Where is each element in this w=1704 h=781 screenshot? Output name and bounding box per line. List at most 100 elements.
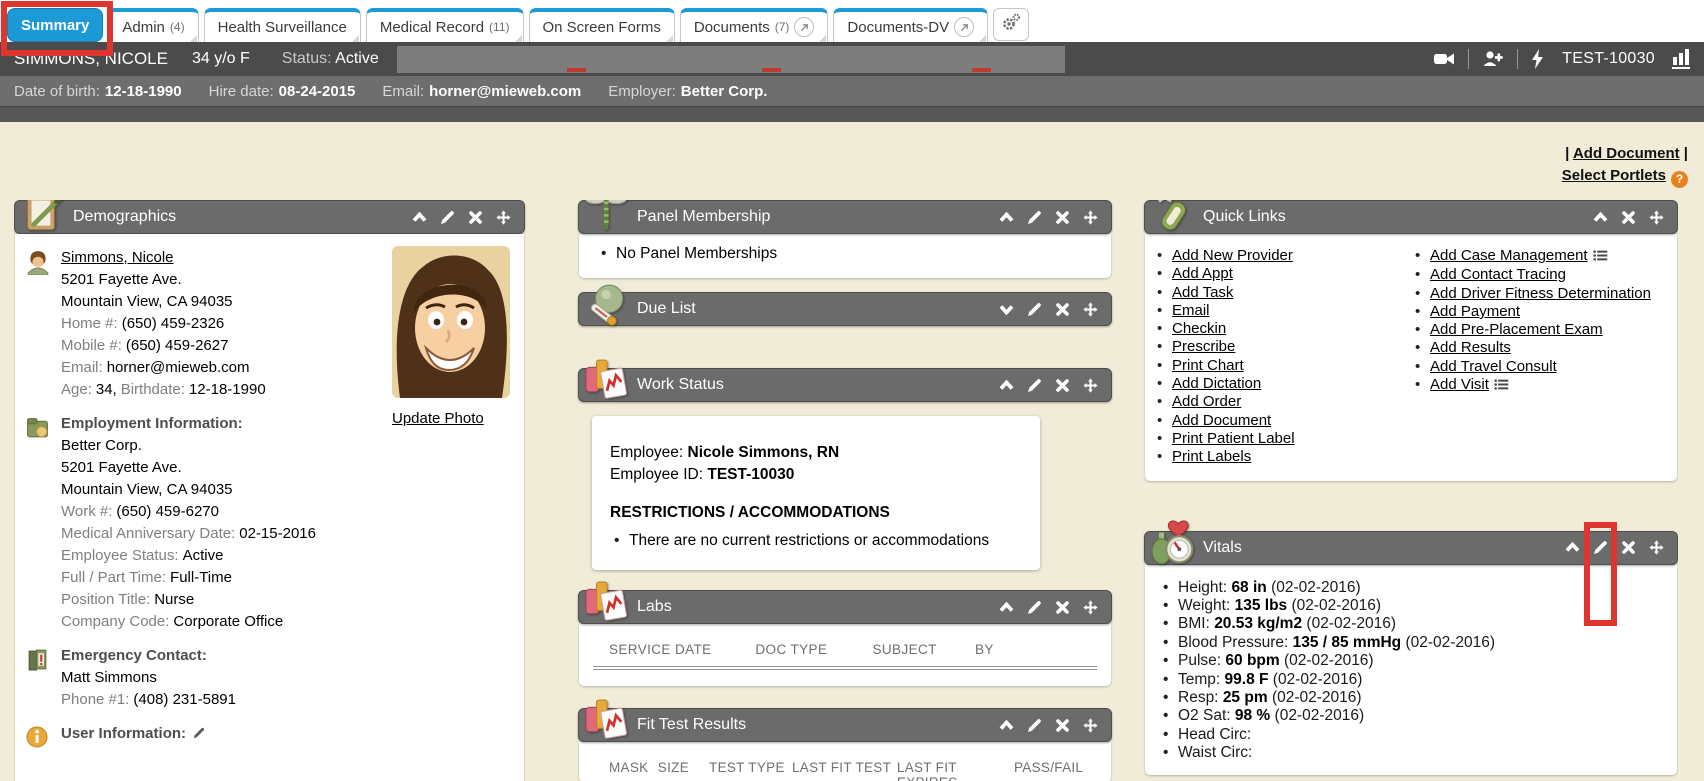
external-link-icon[interactable] bbox=[794, 17, 814, 37]
quick-link[interactable]: Add Visit bbox=[1430, 376, 1489, 393]
quick-link[interactable]: Add Task bbox=[1172, 284, 1233, 301]
quick-link-item: Add Appt bbox=[1153, 265, 1411, 283]
list-options-icon[interactable] bbox=[1593, 248, 1608, 265]
patient-header-actions: TEST-10030 bbox=[1433, 49, 1690, 69]
tab-settings-button[interactable] bbox=[993, 8, 1029, 41]
edit-icon[interactable] bbox=[1026, 209, 1043, 226]
edit-icon[interactable] bbox=[439, 209, 456, 226]
vital-sign-row: Temp: 99.8 F (02-02-2016) bbox=[1159, 671, 1663, 689]
patient-name: SIMMONS, NICOLE bbox=[14, 49, 168, 69]
close-icon[interactable] bbox=[1054, 599, 1071, 616]
summary-main-area: | Add Document | Select Portlets? Demogr… bbox=[0, 122, 1704, 781]
vital-sign-row: O2 Sat: 98 % (02-02-2016) bbox=[1159, 707, 1663, 725]
close-icon[interactable] bbox=[1054, 717, 1071, 734]
collapse-icon[interactable] bbox=[998, 377, 1015, 394]
tab-medical-record[interactable]: Medical Record (11) bbox=[366, 8, 524, 42]
update-photo-link[interactable]: Update Photo bbox=[392, 408, 484, 430]
column-header: DOC TYPE bbox=[755, 642, 872, 657]
edit-icon[interactable] bbox=[1026, 717, 1043, 734]
tab-admin[interactable]: Admin (4) bbox=[108, 8, 198, 42]
list-options-icon[interactable] bbox=[1494, 377, 1509, 394]
collapse-icon[interactable] bbox=[998, 717, 1015, 734]
patient-name-link[interactable]: Simmons, Nicole bbox=[61, 249, 174, 266]
close-icon[interactable] bbox=[1054, 301, 1071, 318]
tab-count: (4) bbox=[170, 20, 185, 34]
move-icon[interactable] bbox=[1082, 301, 1099, 318]
move-icon[interactable] bbox=[1082, 599, 1099, 616]
move-icon[interactable] bbox=[495, 209, 512, 226]
collapse-icon[interactable] bbox=[1564, 539, 1581, 556]
column-header: SIZE bbox=[658, 760, 709, 781]
collapse-icon[interactable] bbox=[998, 599, 1015, 616]
quick-link[interactable]: Print Patient Label bbox=[1172, 430, 1295, 447]
quick-link[interactable]: Add Dictation bbox=[1172, 375, 1261, 392]
quick-link[interactable]: Print Labels bbox=[1172, 448, 1251, 465]
close-icon[interactable] bbox=[1620, 539, 1637, 556]
person-add-icon[interactable] bbox=[1482, 49, 1504, 69]
portlet-work-status: Work Status Employee: Nicole Simmons, RN… bbox=[578, 368, 1112, 570]
quick-link[interactable]: Add New Provider bbox=[1172, 247, 1293, 264]
quick-link[interactable]: Add Pre-Placement Exam bbox=[1430, 321, 1603, 338]
portlet-title: Due List bbox=[637, 300, 696, 318]
quick-link[interactable]: Add Document bbox=[1172, 412, 1271, 429]
demographics-line: Employee Status:Active bbox=[61, 545, 320, 567]
collapse-icon[interactable] bbox=[998, 209, 1015, 226]
restrictions-heading: RESTRICTIONS / ACCOMMODATIONS bbox=[610, 502, 1022, 524]
quick-link[interactable]: Add Case Management bbox=[1430, 247, 1588, 264]
tab-count: (7) bbox=[775, 20, 790, 34]
demographics-line: Company Code:Corporate Office bbox=[61, 611, 320, 633]
quick-link[interactable]: Email bbox=[1172, 302, 1210, 319]
caduceus-icon bbox=[583, 200, 629, 235]
edit-user-info-icon[interactable] bbox=[192, 727, 206, 744]
tab-documents[interactable]: Documents (7) bbox=[680, 8, 829, 42]
quick-links-body: Add New ProviderAdd Appt Add TaskEmailChe… bbox=[1145, 234, 1677, 481]
tab-health-surveillance[interactable]: Health Surveillance bbox=[204, 8, 361, 42]
tab-documents-dv[interactable]: Documents-DV bbox=[833, 8, 988, 42]
move-icon[interactable] bbox=[1082, 377, 1099, 394]
quick-link[interactable]: Add Appt bbox=[1172, 265, 1233, 282]
help-icon[interactable]: ? bbox=[1671, 171, 1688, 188]
quick-link[interactable]: Checkin bbox=[1172, 320, 1226, 337]
edit-icon[interactable] bbox=[1026, 377, 1043, 394]
lightning-bolt-icon[interactable] bbox=[1531, 49, 1545, 69]
redaction-mark bbox=[762, 68, 781, 72]
tab-summary[interactable]: Summary bbox=[7, 8, 103, 42]
add-document-link[interactable]: Add Document bbox=[1573, 145, 1680, 162]
portlet-title: Panel Membership bbox=[637, 208, 770, 226]
edit-icon[interactable] bbox=[1592, 539, 1609, 556]
close-icon[interactable] bbox=[1620, 209, 1637, 226]
quick-link[interactable]: Add Travel Consult bbox=[1430, 358, 1557, 375]
collapse-icon[interactable] bbox=[1592, 209, 1609, 226]
close-icon[interactable] bbox=[467, 209, 484, 226]
move-icon[interactable] bbox=[1082, 717, 1099, 734]
quick-link[interactable]: Add Payment bbox=[1430, 303, 1520, 320]
video-camera-icon[interactable] bbox=[1433, 49, 1455, 69]
demographics-line: Phone #1:(408) 231-5891 bbox=[61, 689, 240, 711]
move-icon[interactable] bbox=[1648, 209, 1665, 226]
close-icon[interactable] bbox=[1054, 209, 1071, 226]
move-icon[interactable] bbox=[1648, 539, 1665, 556]
quick-link[interactable]: Prescribe bbox=[1172, 338, 1235, 355]
redaction-mark bbox=[972, 68, 991, 72]
portlet-labs: Labs SERVICE DATE DOC TYPE SUBJECT bbox=[578, 590, 1112, 686]
portlet-title: Fit Test Results bbox=[637, 716, 746, 734]
patient-id: TEST-10030 bbox=[1562, 50, 1655, 68]
quick-link[interactable]: Add Contact Tracing bbox=[1430, 266, 1566, 283]
quick-link[interactable]: Add Driver Fitness Determination bbox=[1430, 285, 1651, 302]
bar-chart-icon[interactable] bbox=[1672, 49, 1690, 69]
quick-link[interactable]: Add Results bbox=[1430, 339, 1511, 356]
tab-on-screen-forms[interactable]: On Screen Forms bbox=[529, 8, 675, 42]
portlet-columns: Demographics Update Photo bbox=[14, 200, 1678, 781]
select-portlets-link[interactable]: Select Portlets bbox=[1562, 167, 1666, 184]
external-link-icon[interactable] bbox=[954, 17, 974, 37]
edit-icon[interactable] bbox=[1026, 599, 1043, 616]
close-icon[interactable] bbox=[1054, 377, 1071, 394]
vital-sign-row: BMI: 20.53 kg/m2 (02-02-2016) bbox=[1159, 615, 1663, 633]
expand-icon[interactable] bbox=[998, 301, 1015, 318]
quick-link-item: Add Task bbox=[1153, 284, 1411, 302]
move-icon[interactable] bbox=[1082, 209, 1099, 226]
edit-icon[interactable] bbox=[1026, 301, 1043, 318]
quick-link[interactable]: Add Order bbox=[1172, 393, 1241, 410]
collapse-icon[interactable] bbox=[411, 209, 428, 226]
quick-link[interactable]: Print Chart bbox=[1172, 357, 1244, 374]
